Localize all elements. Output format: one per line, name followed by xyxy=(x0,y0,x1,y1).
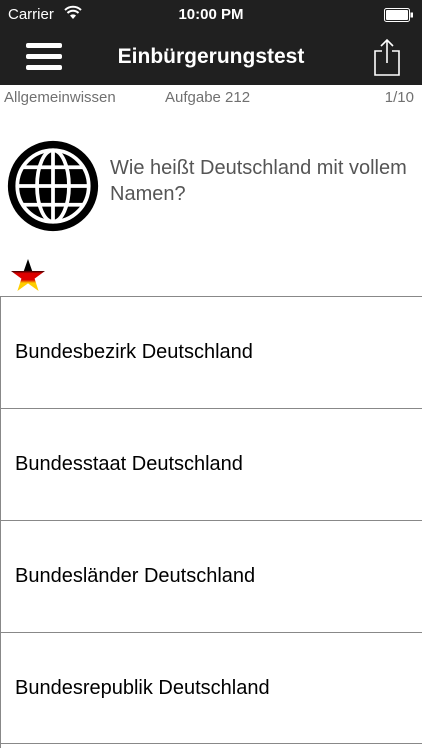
answer-option-1[interactable]: Bundesbezirk Deutschland xyxy=(1,296,422,408)
battery-icon xyxy=(384,8,413,22)
answer-option-2[interactable]: Bundesstaat Deutschland xyxy=(1,408,422,520)
answer-option-3[interactable]: Bundesländer Deutschland xyxy=(1,520,422,632)
navigation-bar: Einbürgerungstest xyxy=(0,30,422,85)
category-label: Allgemeinwissen xyxy=(4,89,116,106)
question-text: Wie heißt Deutschland mit vollem Namen? xyxy=(110,157,407,205)
question: Wie heißt Deutschland mit vollem Namen? xyxy=(0,135,422,235)
status-bar: Carrier 10:00 PM xyxy=(0,0,422,30)
answer-label: Bundesstaat Deutschland xyxy=(15,453,243,475)
share-icon[interactable] xyxy=(372,37,402,77)
answer-list: Bundesbezirk Deutschland Bundesstaat Deu… xyxy=(0,296,422,748)
answer-label: Bundesbezirk Deutschland xyxy=(15,341,253,363)
answer-label: Bundesrepublik Deutschland xyxy=(15,677,270,699)
clock: 10:00 PM xyxy=(178,6,244,23)
globe-icon xyxy=(7,140,99,232)
progress-counter: 1/10 xyxy=(384,89,414,106)
answer-label: Bundesländer Deutschland xyxy=(15,565,256,587)
german-flag-star-icon xyxy=(11,259,45,291)
page-title: Einbürgerungstest xyxy=(117,45,305,68)
info-bar: Allgemeinwissen Aufgabe 212 1/10 xyxy=(0,85,422,107)
task-number: Aufgabe 212 xyxy=(165,89,251,106)
answer-option-4[interactable]: Bundesrepublik Deutschland xyxy=(1,632,422,744)
